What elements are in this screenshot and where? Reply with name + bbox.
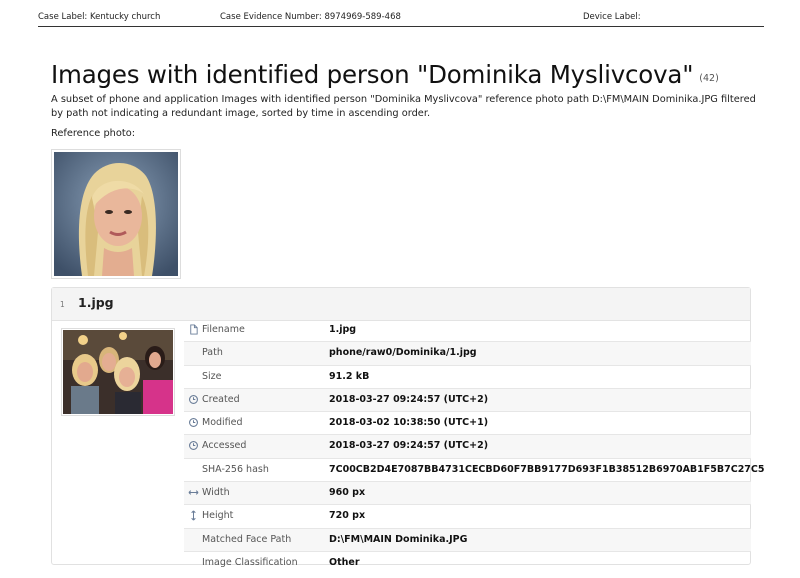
property-row: Image Classification Other [184,552,751,574]
properties-table: Filename 1.jpg Path phone/raw0/Dominika/1.j… [184,319,765,574]
property-value: 91.2 kB [329,370,370,382]
item-index: 1 [60,300,65,309]
property-label: Filename [202,324,245,335]
reference-photo-label: Reference photo: [51,128,136,139]
property-label: Modified [202,417,243,429]
property-row: Width 960 px [184,482,751,506]
property-value: Other [329,556,360,568]
property-value: 2018-03-02 10:38:50 (UTC+1) [329,417,489,429]
property-row: Modified 2018-03-02 10:38:50 (UTC+1) [184,412,751,436]
property-row: Size 91.2 kB [184,366,751,389]
result-count: (42) [699,73,719,84]
property-row: Created 2018-03-27 09:24:57 (UTC+2) [184,388,751,413]
item-file-title: 1.jpg [78,295,114,310]
property-label: Matched Face Path [202,533,292,545]
device-label: Device Label: [583,12,641,22]
property-label: Size [202,370,222,382]
case-header: Case Label: Kentucky church Case Evidenc… [38,8,764,27]
property-value: phone/raw0/Dominika/1.jpg [329,347,477,359]
property-row: Path phone/raw0/Dominika/1.jpg [184,342,751,366]
case-evidence-number: Case Evidence Number: 8974969-589-468 [220,12,401,22]
property-row: Height 720 px [184,505,751,529]
image-thumbnail[interactable] [61,328,175,416]
property-value: 2018-03-27 09:24:57 (UTC+2) [329,440,489,452]
report-title: Images with identified person "Dominika … [51,60,719,89]
property-value: 960 px [329,487,366,499]
property-row: SHA-256 hash 7C00CB2D4E7087BB4731CECBD60F… [184,459,765,483]
property-value: 2018-03-27 09:24:57 (UTC+2) [329,393,489,405]
report-description: A subset of phone and application Images… [51,94,756,119]
property-row: Matched Face Path D:\FM\MAIN Dominika.JPG [184,528,751,552]
property-row: Filename 1.jpg [184,319,751,343]
case-label: Case Label: Kentucky church [38,12,161,22]
image-card-header: 1 1.jpg [52,288,750,321]
property-label: Created [202,393,240,405]
reference-photo [51,149,181,279]
property-row: Accessed 2018-03-27 09:24:57 (UTC+2) [184,435,751,459]
property-label: Accessed [202,440,247,452]
property-label: Width [202,487,230,499]
property-label: Image Classification [202,556,298,568]
property-value: 7C00CB2D4E7087BB4731CECBD60F7BB9177D693F… [329,463,765,475]
property-label: Path [202,347,223,359]
property-label: SHA-256 hash [202,463,269,475]
property-value: 1.jpg [329,324,357,335]
image-card: 1 1.jpg Filename 1.jpg Path phone/raw0/Domi… [51,287,765,568]
property-label: Height [202,510,234,522]
report-title-text: Images with identified person "Dominika … [51,60,694,89]
property-value: 720 px [329,510,366,522]
property-value: D:\FM\MAIN Dominika.JPG [329,533,468,545]
